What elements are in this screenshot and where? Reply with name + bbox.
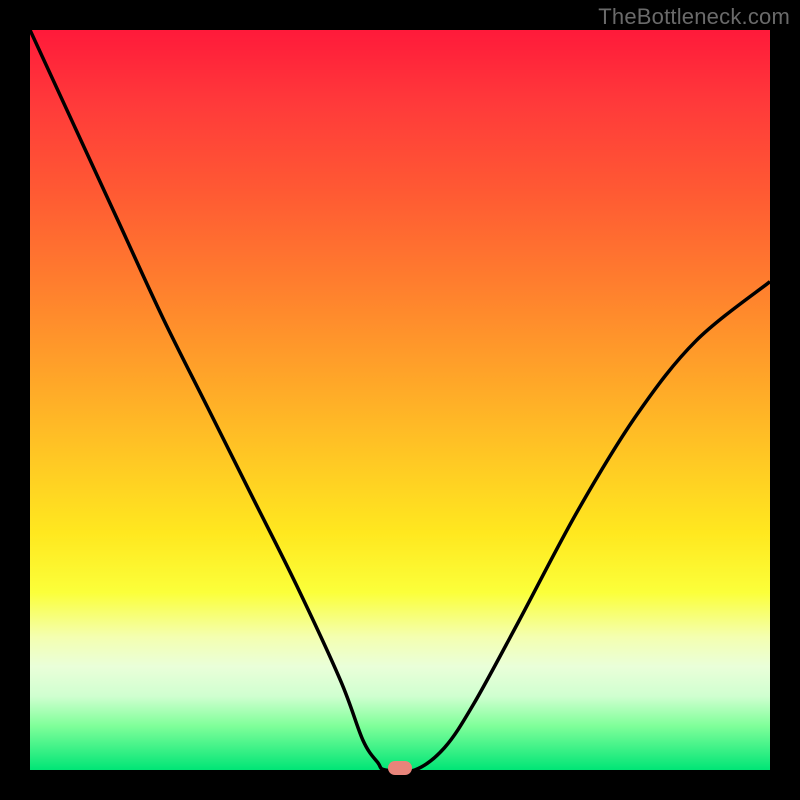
watermark-text: TheBottleneck.com xyxy=(598,4,790,30)
chart-container: TheBottleneck.com xyxy=(0,0,800,800)
bottleneck-curve xyxy=(30,30,770,770)
optimal-point-marker xyxy=(388,761,412,775)
plot-area xyxy=(30,30,770,770)
